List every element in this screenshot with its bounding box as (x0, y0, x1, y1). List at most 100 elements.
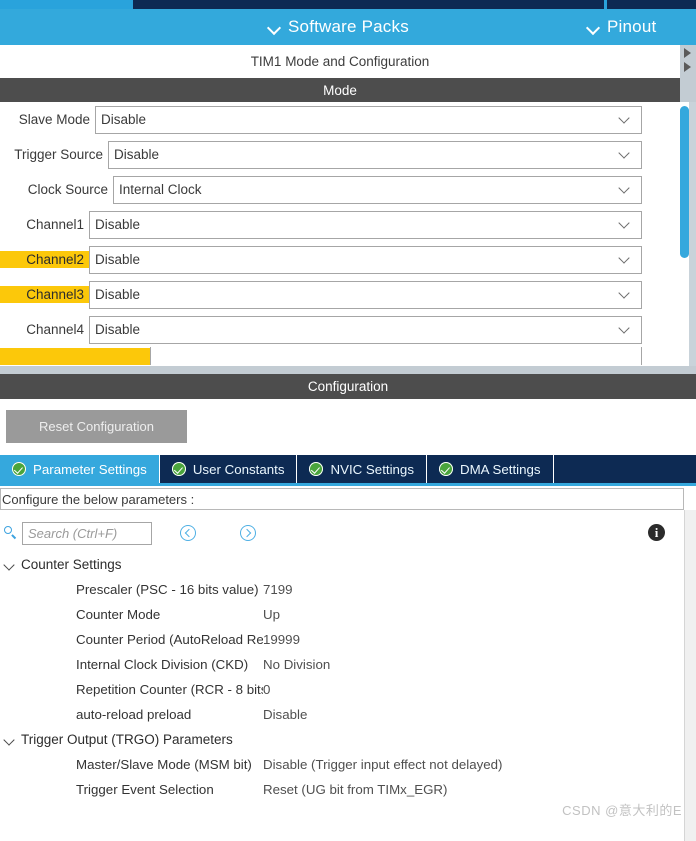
parameter-name: Counter Mode (76, 607, 161, 622)
collapse-up-arrow-icon[interactable] (684, 48, 691, 58)
navy-segment-right (607, 0, 696, 9)
mode-dropdown[interactable]: Disable (89, 315, 642, 344)
mode-row-label: Channel1 (26, 217, 84, 232)
mode-dropdown[interactable]: Disable (89, 245, 642, 274)
parameter-row[interactable]: Master/Slave Mode (MSM bit) Disable (Trig… (0, 752, 684, 777)
chevron-down-icon (268, 21, 281, 34)
collapse-down-arrow-icon[interactable] (684, 62, 691, 72)
mode-dropdown[interactable]: Disable (89, 280, 642, 309)
mode-row: Channel4 Disable (0, 312, 664, 347)
parameter-group-label: Trigger Output (TRGO) Parameters (21, 732, 233, 747)
watermark: CSDN @意大利的E (562, 803, 682, 818)
chevron-down-icon[interactable] (620, 324, 631, 335)
tab-parameter-settings[interactable]: Parameter Settings (0, 455, 160, 483)
mode-row: Channel1 Disable (0, 207, 664, 242)
tab-label: NVIC Settings (330, 461, 414, 477)
tab-label: Parameter Settings (33, 461, 147, 477)
tab-user-constants[interactable]: User Constants (159, 455, 298, 483)
mode-row-label: Trigger Source (14, 147, 103, 162)
mode-dropdown-value: Internal Clock (119, 182, 202, 197)
parameter-name: Master/Slave Mode (MSM bit) (76, 757, 252, 772)
parameter-row[interactable]: Trigger Event Selection Reset (UG bit fro… (0, 777, 684, 802)
mode-row: Channel2 Disable (0, 242, 664, 277)
mode-scrollbar-gutter[interactable] (689, 102, 696, 366)
chevron-down-icon[interactable] (620, 219, 631, 230)
chevron-down-icon[interactable] (620, 254, 631, 265)
mode-panel: Slave Mode Disable Trigger Source Disable Cl… (0, 102, 696, 366)
search-input[interactable] (22, 522, 152, 545)
parameter-value[interactable]: Reset (UG bit from TIMx_EGR) (263, 782, 684, 797)
nav-prev-icon[interactable] (180, 525, 196, 541)
chevron-down-icon[interactable] (620, 114, 631, 125)
parameter-search-row: i (0, 518, 696, 550)
parameter-name: Repetition Counter (RCR - 8 bits v... (76, 682, 263, 697)
mode-dropdown-value: Disable (95, 252, 141, 267)
panel-collapse-controls[interactable] (680, 45, 696, 78)
top-menu-bar: Software Packs Pinout (0, 9, 696, 45)
parameter-row[interactable]: Counter Mode Up (0, 602, 684, 627)
parameter-value[interactable]: No Division (263, 657, 684, 672)
mode-dropdown[interactable]: Disable (89, 210, 642, 239)
mode-row-label: Slave Mode (18, 112, 90, 127)
chevron-down-icon[interactable] (620, 149, 631, 160)
mode-dropdown-partial[interactable] (150, 347, 642, 365)
mode-header-edge-filler (680, 78, 696, 102)
parameter-row[interactable]: auto-reload preload Disable (0, 702, 684, 727)
tab-active-underline (0, 483, 696, 486)
mode-row: Channel3 Disable (0, 277, 664, 312)
reset-configuration-area: Reset Configuration (0, 399, 696, 455)
window-top-strip (0, 0, 696, 9)
parameter-value[interactable]: Up (263, 607, 684, 622)
chevron-down-icon[interactable] (620, 184, 631, 195)
mode-row: Clock Source Internal Clock (0, 172, 664, 207)
menu-item-pinout[interactable]: Pinout (587, 9, 656, 45)
search-icon-handle (11, 534, 17, 540)
tab-nvic-settings[interactable]: NVIC Settings (297, 455, 427, 483)
mode-row-label: Channel2 (0, 251, 89, 268)
configure-hint-bar: Configure the below parameters : (0, 488, 684, 510)
parameter-value[interactable]: Disable (Trigger input effect not delaye… (263, 757, 684, 772)
parameter-row[interactable]: Internal Clock Division (CKD) No Division (0, 652, 684, 677)
tab-label: User Constants (192, 461, 285, 477)
parameter-row[interactable]: Prescaler (PSC - 16 bits value) 7199 (0, 577, 684, 602)
tab-dma-settings[interactable]: DMA Settings (426, 455, 554, 483)
mode-row-label: Channel3 (0, 286, 89, 303)
parameter-name: auto-reload preload (76, 707, 192, 722)
check-circle-icon (12, 462, 26, 476)
mode-row-list: Slave Mode Disable Trigger Source Disable Cl… (0, 102, 664, 365)
mode-dropdown[interactable]: Disable (95, 105, 642, 134)
nav-next-icon[interactable] (240, 525, 256, 541)
mode-scrollbar[interactable] (680, 102, 696, 366)
parameter-row[interactable]: Counter Period (AutoReload Regis...19999 (0, 627, 684, 652)
parameter-row[interactable]: Repetition Counter (RCR - 8 bits v...0 (0, 677, 684, 702)
chevron-down-icon[interactable] (3, 733, 17, 747)
mode-scrollbar-thumb[interactable] (680, 106, 689, 258)
parameter-value[interactable]: 7199 (263, 582, 684, 597)
chevron-down-icon[interactable] (620, 289, 631, 300)
menu-item-software-packs[interactable]: Software Packs (268, 9, 409, 45)
mode-row: Trigger Source Disable (0, 137, 664, 172)
parameter-group-header[interactable]: Counter Settings (0, 552, 684, 577)
mode-row-label: Clock Source (27, 182, 108, 197)
mode-panel-bottom-strip (0, 366, 696, 374)
info-icon[interactable]: i (648, 524, 665, 541)
check-circle-icon (171, 462, 186, 476)
navy-segment-left (133, 0, 604, 9)
configuration-scrollbar[interactable] (684, 510, 696, 841)
chevron-down-icon[interactable] (3, 558, 17, 572)
mode-dropdown[interactable]: Internal Clock (113, 175, 642, 204)
mode-dropdown-value: Disable (95, 322, 141, 337)
parameter-tree: Counter Settings Prescaler (PSC - 16 bits… (0, 552, 684, 802)
parameter-group-header[interactable]: Trigger Output (TRGO) Parameters (0, 727, 684, 752)
reset-configuration-button[interactable]: Reset Configuration (6, 410, 187, 443)
parameter-value[interactable]: 0 (263, 682, 684, 697)
chevron-down-icon (587, 21, 600, 34)
mode-dropdown[interactable]: Disable (108, 140, 642, 169)
parameter-name: Prescaler (PSC - 16 bits value) (76, 582, 259, 597)
parameter-value[interactable]: 19999 (263, 632, 684, 647)
mode-row-label: Channel4 (26, 322, 84, 337)
menu-item-label: Software Packs (288, 17, 409, 36)
mode-row-partial (0, 347, 664, 365)
parameter-value[interactable]: Disable (263, 707, 684, 722)
parameter-group-label: Counter Settings (21, 557, 122, 572)
